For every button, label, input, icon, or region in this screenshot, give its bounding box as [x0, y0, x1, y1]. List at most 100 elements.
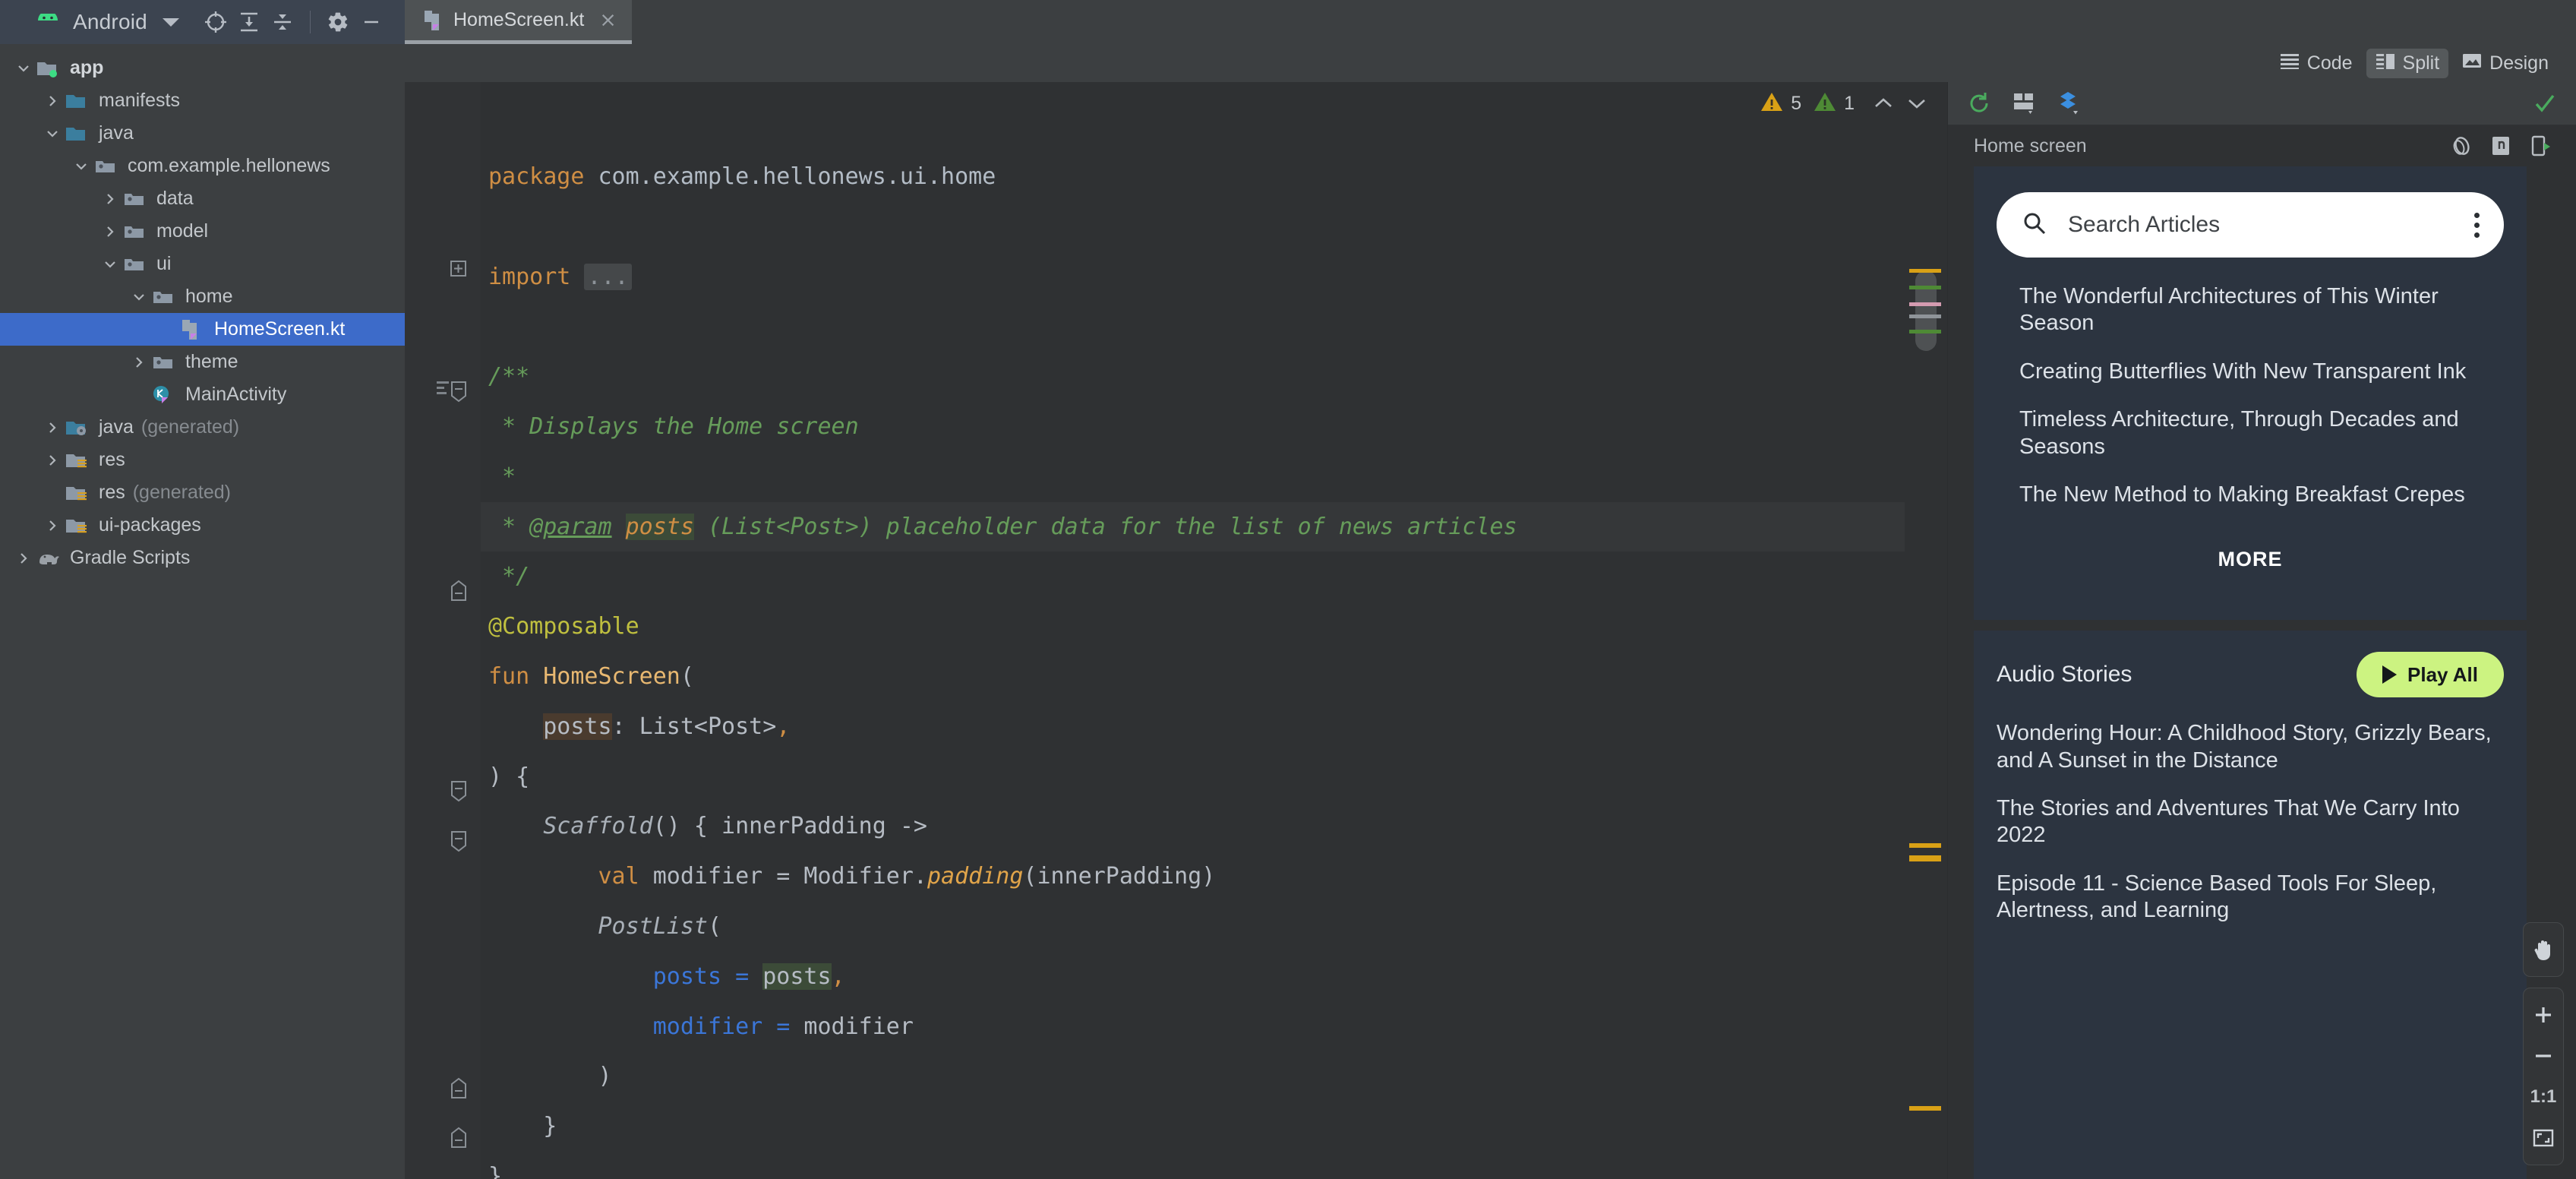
refresh-preview-icon[interactable]	[1965, 89, 1994, 118]
tree-item-ui-packages[interactable]: ui-packages	[0, 509, 405, 542]
zoom-actual-size-button[interactable]: 1:1	[2524, 1076, 2563, 1117]
package-folder-icon	[123, 189, 149, 209]
chevron-right-icon[interactable]	[126, 356, 152, 369]
kebab-menu-icon[interactable]	[2474, 212, 2480, 238]
project-title: Android	[73, 10, 147, 33]
gallery-layout-icon[interactable]	[2010, 89, 2039, 118]
editor-tab-homescreen[interactable]: HomeScreen.kt ×	[405, 0, 632, 44]
zoom-fit-icon[interactable]	[2524, 1117, 2563, 1158]
tree-item-label: Gradle Scripts	[70, 547, 191, 568]
chevron-right-icon[interactable]	[39, 94, 65, 108]
chevron-down-icon[interactable]	[68, 160, 94, 173]
project-tree[interactable]: app manifests java com.example.hellonews…	[0, 44, 405, 1179]
chevron-right-icon[interactable]	[39, 421, 65, 435]
news-app-top-card: Search Articles The Wonderful Architectu…	[1974, 166, 2527, 621]
tree-item-java-generated[interactable]: java (generated)	[0, 411, 405, 444]
code-line: posts: List<Post>,	[543, 713, 791, 740]
code-line: package com.example.hellonews.ui.home	[488, 163, 996, 190]
chevron-down-icon[interactable]	[11, 62, 36, 75]
article-item[interactable]: The New Method to Making Breakfast Crepe…	[2019, 482, 2481, 508]
tree-item-label: manifests	[99, 90, 180, 111]
article-item[interactable]: Timeless Architecture, Through Decades a…	[2019, 406, 2481, 460]
tree-item-res-generated[interactable]: res (generated)	[0, 476, 405, 509]
preview-surface[interactable]: Home screen Search Articles The Wonderfu…	[1948, 125, 2576, 1179]
chevron-down-icon[interactable]	[39, 127, 65, 141]
tree-item-data[interactable]: data	[0, 182, 405, 215]
weak-warning-indicator[interactable]: 1	[1814, 91, 1855, 116]
fold-kdoc-icon[interactable]	[449, 380, 469, 403]
chevron-right-icon[interactable]	[39, 519, 65, 533]
deploy-preview-icon[interactable]	[2527, 133, 2553, 159]
tree-item-ui[interactable]: ui	[0, 248, 405, 280]
collapse-all-icon[interactable]	[232, 5, 266, 39]
view-mode-code[interactable]: Code	[2271, 49, 2362, 78]
code-editor-pane[interactable]: package com.example.hellonews.ui.home im…	[405, 82, 1947, 1179]
res-folder-icon	[65, 450, 91, 470]
next-problem-icon[interactable]	[1900, 88, 1934, 119]
chevron-right-icon[interactable]	[97, 225, 123, 239]
fold-kdoc-end-icon[interactable]	[449, 580, 469, 601]
previous-problem-icon[interactable]	[1867, 88, 1900, 119]
expand-all-icon[interactable]	[266, 5, 299, 39]
view-mode-toggle[interactable]: Code Split Design	[2266, 48, 2558, 78]
editor-tab-label: HomeScreen.kt	[453, 9, 585, 30]
code-text[interactable]: package com.example.hellonews.ui.home im…	[481, 82, 1905, 1179]
tree-item-app[interactable]: app	[0, 52, 405, 84]
zoom-in-icon[interactable]	[2524, 994, 2563, 1035]
audio-story-item[interactable]: Wondering Hour: A Childhood Story, Grizz…	[1997, 720, 2504, 774]
view-mode-split[interactable]: Split	[2366, 48, 2449, 78]
search-bar[interactable]: Search Articles	[1997, 192, 2504, 258]
kotlin-class-icon	[152, 384, 178, 406]
more-button[interactable]: MORE	[2019, 529, 2481, 597]
close-icon[interactable]: ×	[599, 10, 617, 30]
tree-item-java[interactable]: java	[0, 117, 405, 150]
pan-hand-icon[interactable]	[2524, 929, 2563, 970]
tree-item-gradle-scripts[interactable]: Gradle Scripts	[0, 542, 405, 574]
chevron-right-icon[interactable]	[11, 552, 36, 565]
tree-item-model[interactable]: model	[0, 215, 405, 248]
tree-item-mainactivity[interactable]: MainActivity	[0, 378, 405, 411]
chevron-down-icon[interactable]	[97, 258, 123, 271]
fold-import-icon[interactable]	[449, 258, 469, 278]
tree-item-label: model	[156, 220, 209, 242]
compose-interactive-icon[interactable]	[2056, 89, 2085, 118]
chevron-right-icon[interactable]	[97, 192, 123, 206]
tree-item-package-root[interactable]: com.example.hellonews	[0, 150, 405, 182]
audio-story-item[interactable]: The Stories and Adventures That We Carry…	[1997, 795, 2504, 849]
editor-scrollbar[interactable]	[1905, 82, 1947, 1179]
tree-item-label: java	[99, 122, 134, 144]
play-all-label: Play All	[2407, 662, 2478, 686]
play-all-button[interactable]: Play All	[2357, 652, 2504, 698]
tree-item-home[interactable]: home	[0, 280, 405, 313]
search-input[interactable]: Search Articles	[2068, 212, 2454, 238]
animation-preview-icon[interactable]	[2448, 133, 2474, 159]
settings-gear-icon[interactable]	[321, 5, 355, 39]
audio-stories-title: Audio Stories	[1997, 662, 2132, 687]
blue-folder-icon	[65, 124, 91, 144]
kotlin-file-icon	[181, 318, 207, 341]
fold-fun-end-icon[interactable]	[449, 1127, 469, 1148]
tree-item-res[interactable]: res	[0, 444, 405, 476]
fold-scaffold-icon[interactable]	[449, 830, 469, 852]
target-locate-icon[interactable]	[199, 5, 232, 39]
tree-item-label: HomeScreen.kt	[214, 318, 346, 340]
chevron-down-icon[interactable]	[126, 290, 152, 304]
article-item[interactable]: The Wonderful Architectures of This Wint…	[2019, 283, 2481, 337]
warning-indicator[interactable]: 5	[1760, 91, 1801, 116]
editor-gutter[interactable]	[405, 82, 481, 1179]
minimize-icon[interactable]	[355, 5, 388, 39]
chevron-down-icon[interactable]	[162, 17, 179, 27]
tree-item-homescreen-kt[interactable]: HomeScreen.kt	[0, 313, 405, 346]
chevron-right-icon[interactable]	[39, 454, 65, 467]
preview-name: Home screen	[1974, 134, 2087, 156]
fold-scaffold-end-icon[interactable]	[449, 1077, 469, 1098]
zoom-out-icon[interactable]	[2524, 1035, 2563, 1076]
interactive-preview-icon[interactable]	[2488, 133, 2514, 159]
fold-fun-icon[interactable]	[449, 779, 469, 802]
audio-story-item[interactable]: Episode 11 - Science Based Tools For Sle…	[1997, 871, 2504, 925]
view-mode-design[interactable]: Design	[2453, 49, 2558, 78]
tree-item-manifests[interactable]: manifests	[0, 84, 405, 117]
tree-item-theme[interactable]: theme	[0, 346, 405, 378]
article-item[interactable]: Creating Butterflies With New Transparen…	[2019, 359, 2481, 385]
scrollbar-thumb[interactable]	[1915, 270, 1937, 351]
